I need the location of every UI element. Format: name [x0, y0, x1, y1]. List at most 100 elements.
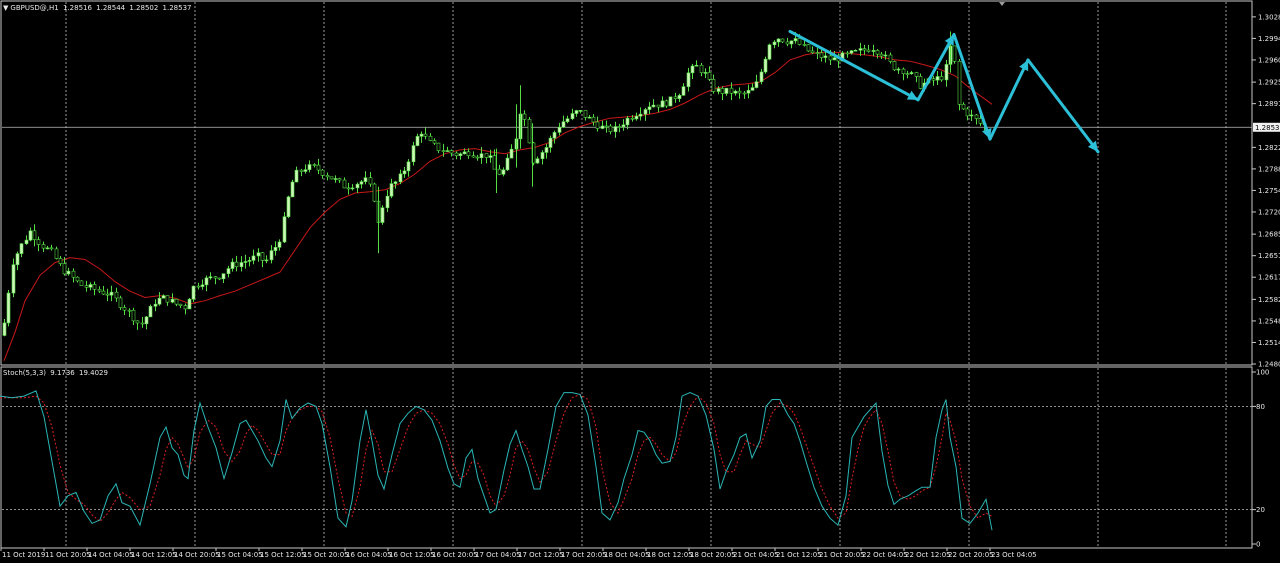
- candle-body: [905, 73, 910, 75]
- candle-body: [737, 90, 742, 94]
- candle-body: [914, 72, 919, 77]
- candle-body: [337, 178, 342, 181]
- candle-body: [484, 153, 489, 158]
- candle-body: [767, 44, 772, 60]
- candle-body: [578, 110, 583, 112]
- candle-body: [153, 303, 158, 307]
- candle-body: [471, 155, 476, 158]
- time-tick-label: 18 Oct 12:05: [647, 551, 693, 559]
- candle-body: [535, 158, 540, 164]
- candle-body: [32, 230, 37, 240]
- candle-body: [978, 118, 983, 124]
- price-tick-label: 1.28220: [1258, 144, 1280, 152]
- price-tick-label: 1.29600: [1258, 56, 1280, 64]
- stoch-tick-label: 80: [1256, 403, 1265, 411]
- price-tick-label: 1.30280: [1258, 13, 1280, 21]
- candle-body: [97, 289, 102, 292]
- candle-body: [892, 61, 897, 71]
- candle-body: [505, 157, 510, 171]
- candle-body: [613, 126, 618, 132]
- candle-body: [368, 177, 373, 185]
- candle-body: [66, 270, 71, 275]
- candle-body: [587, 116, 592, 119]
- candle-body: [316, 164, 321, 171]
- stoch-tick-label: 100: [1256, 369, 1269, 377]
- candle-body: [686, 72, 691, 87]
- candle-body: [828, 55, 833, 61]
- candle-body: [234, 261, 239, 268]
- candle-body: [965, 108, 970, 117]
- candle-body: [41, 244, 46, 249]
- candle-body: [875, 50, 880, 55]
- candle-body: [918, 76, 923, 89]
- candle-body: [475, 156, 480, 159]
- candle-body: [441, 150, 446, 152]
- time-tick-label: 14 Oct 04:05: [88, 551, 134, 559]
- candle-body: [879, 53, 884, 57]
- candle-body: [621, 124, 626, 128]
- time-tick-label: 21 Oct 12:05: [776, 551, 822, 559]
- candle-body: [969, 114, 974, 117]
- candle-body: [260, 252, 265, 261]
- collapse-triangle-icon[interactable]: ▼: [3, 4, 8, 12]
- time-tick-label: 14 Oct 12:05: [131, 551, 177, 559]
- candle-body: [226, 268, 231, 274]
- candle-body: [239, 262, 244, 268]
- candle-body: [75, 276, 80, 282]
- candle-body: [118, 297, 123, 308]
- candle-body: [299, 169, 304, 172]
- time-tick-label: 14 Oct 20:05: [174, 551, 220, 559]
- candle-body: [109, 291, 114, 296]
- candle-body: [939, 76, 944, 81]
- candle-body: [303, 169, 308, 172]
- candle-body: [853, 49, 858, 52]
- candle-body: [174, 298, 179, 305]
- candle-body: [888, 54, 893, 62]
- candle-body: [845, 52, 850, 55]
- candle-body: [896, 68, 901, 71]
- time-tick-label: 21 Oct 04:05: [733, 551, 779, 559]
- candle-body: [630, 117, 635, 120]
- candle-body: [527, 119, 532, 144]
- candle-body: [11, 264, 16, 294]
- candle-body: [793, 38, 798, 42]
- candle-body: [931, 78, 936, 81]
- candle-body: [651, 104, 656, 108]
- candle-body: [372, 183, 377, 202]
- candle-body: [759, 71, 764, 83]
- candle-body: [277, 241, 282, 248]
- candle-body: [974, 114, 979, 119]
- candle-body: [385, 195, 390, 209]
- candle-body: [428, 135, 433, 141]
- candle-body: [883, 54, 888, 57]
- candle-body: [2, 322, 7, 336]
- candle-body: [432, 140, 437, 144]
- candle-body: [148, 306, 153, 318]
- candle-body: [28, 230, 33, 241]
- candle-body: [544, 147, 549, 153]
- candle-body: [656, 104, 661, 108]
- price-tick-label: 1.28910: [1258, 100, 1280, 108]
- candle-body: [750, 87, 755, 91]
- candle-body: [797, 38, 802, 45]
- symbol-header: ▼ GBPUSD@,H1 1.28516 1.28544 1.28502 1.28…: [3, 4, 194, 12]
- trading-chart[interactable]: 1.30280 1.29940 1.29600 1.29250 1.28910 1.282…: [0, 0, 1280, 563]
- candle-body: [196, 285, 201, 288]
- candle-body: [780, 38, 785, 43]
- candle-body: [694, 64, 699, 67]
- time-tick-label: 18 Oct 20:05: [690, 551, 736, 559]
- candle-body: [591, 116, 596, 123]
- candle-body: [144, 316, 149, 325]
- candle-body: [135, 320, 140, 324]
- candle-body: [165, 295, 170, 303]
- candle-body: [15, 253, 20, 265]
- candle-body: [707, 72, 712, 80]
- candle-body: [849, 50, 854, 54]
- candle-body: [724, 87, 729, 94]
- candle-body: [355, 183, 360, 189]
- price-tick-label: 1.25820: [1258, 296, 1280, 304]
- candle-body: [208, 276, 213, 279]
- candle-body: [754, 81, 759, 88]
- price-tick-label: 1.27200: [1258, 208, 1280, 216]
- candle-body: [823, 55, 828, 58]
